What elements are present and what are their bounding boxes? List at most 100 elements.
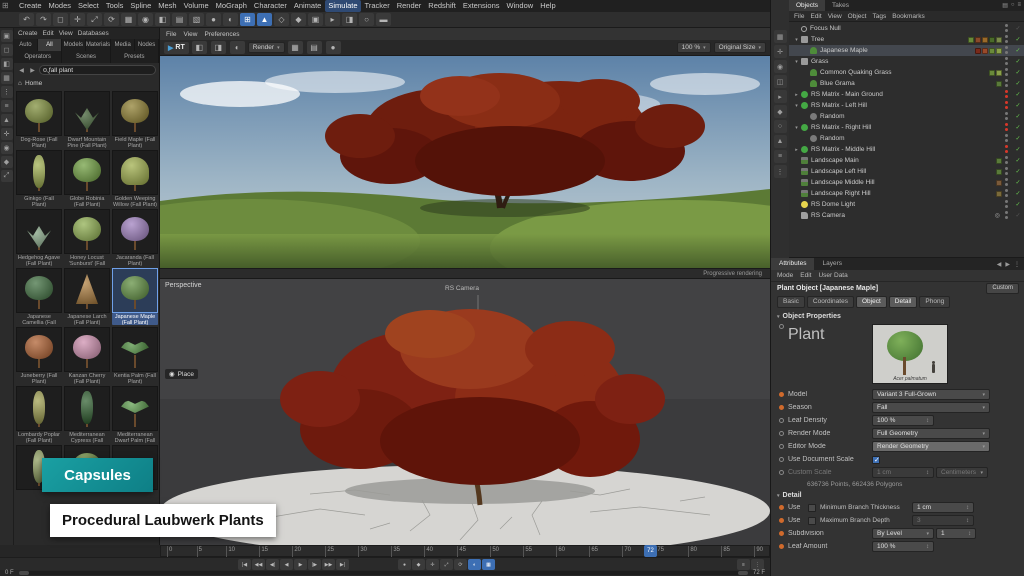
material-tags[interactable]: [996, 81, 1002, 87]
object-row[interactable]: ▾ Grass ✓: [789, 56, 1024, 67]
object-row[interactable]: Landscape Right Hill ✓: [789, 188, 1024, 199]
keyframe-dot[interactable]: [779, 324, 784, 329]
object-menu-item[interactable]: Bookmarks: [892, 13, 925, 20]
object-row[interactable]: ▾ RS Matrix - Left Hill ✓: [789, 100, 1024, 111]
back-icon[interactable]: ◀: [17, 67, 26, 74]
object-row[interactable]: Landscape Left Hill ✓: [789, 166, 1024, 177]
spinner-icon[interactable]: ↕: [966, 505, 969, 511]
enable-axis-icon[interactable]: ✛: [1, 128, 13, 140]
key-position-button[interactable]: ✛: [426, 559, 439, 570]
leaf-amount-field[interactable]: 100 %↕: [872, 541, 934, 552]
record-button[interactable]: ●: [398, 559, 411, 570]
material-tags[interactable]: [996, 180, 1002, 186]
keyframe-dot[interactable]: [779, 544, 784, 549]
object-row[interactable]: RS Dome Light ✓: [789, 199, 1024, 210]
plant-tile[interactable]: Golden Weeping Willow (Fall Plant): [112, 150, 158, 207]
render-view-icon[interactable]: ◧: [155, 13, 170, 26]
renderview-menu-item[interactable]: View: [183, 31, 197, 38]
menu-item[interactable]: Volume: [181, 0, 212, 12]
enable-check[interactable]: ✓: [1013, 36, 1023, 43]
spinner-icon[interactable]: ↕: [926, 418, 929, 424]
magnet-icon[interactable]: ◉: [774, 60, 787, 73]
plant-tile[interactable]: Japanese Maple (Fall Plant): [112, 268, 158, 325]
object-label[interactable]: RS Dome Light: [811, 201, 1000, 208]
min-branch-checkbox[interactable]: [808, 504, 816, 512]
range-track[interactable]: [19, 571, 748, 575]
simulate-toggle-icon[interactable]: ⊞: [240, 13, 255, 26]
key-parameter-button[interactable]: ◐: [468, 559, 481, 570]
keyframe-dot[interactable]: [779, 405, 784, 410]
key-scale-button[interactable]: ⤢: [440, 559, 453, 570]
enable-check[interactable]: ✓: [1013, 135, 1023, 142]
material-tags[interactable]: [975, 48, 1002, 54]
asset-menu-item[interactable]: Databases: [78, 30, 109, 37]
extrude-icon[interactable]: ▲: [774, 135, 787, 148]
visibility-dots[interactable]: [1004, 178, 1010, 187]
keyframe-dot[interactable]: [779, 418, 784, 423]
renderview-menu-item[interactable]: File: [166, 31, 176, 38]
visibility-dots[interactable]: [1004, 57, 1010, 66]
spline-pen-icon[interactable]: ▸: [325, 13, 340, 26]
plant-tile[interactable]: Lombardy Poplar (Fall Plant): [16, 386, 62, 443]
menu-item[interactable]: Mesh: [155, 0, 179, 12]
prev-key-button[interactable]: ◀◀: [252, 559, 265, 570]
render-mode-dropdown[interactable]: Full Geometry▾: [872, 428, 990, 439]
object-menu-item[interactable]: Tags: [872, 13, 886, 20]
tab-takes[interactable]: Takes: [825, 0, 856, 11]
object-label[interactable]: RS Camera: [811, 212, 995, 219]
asset-tab[interactable]: Materials: [86, 39, 111, 51]
object-label[interactable]: Grass: [811, 58, 1000, 65]
asset-tab[interactable]: Presets: [111, 51, 159, 63]
move-lock-icon[interactable]: ✛: [774, 45, 787, 58]
plant-tile[interactable]: Jacaranda (Fall Plant): [112, 209, 158, 266]
section-tab[interactable]: Object: [856, 296, 887, 308]
object-row[interactable]: Common Quaking Grass ✓: [789, 67, 1024, 78]
forward-icon[interactable]: ▶: [28, 67, 37, 74]
plant-tile[interactable]: Ginkgo (Fall Plant): [16, 150, 62, 207]
expand-arrow-icon[interactable]: ▾: [793, 59, 800, 65]
forward-icon[interactable]: ▶: [1005, 261, 1010, 268]
settings-icon[interactable]: ≡: [774, 150, 787, 163]
redo-icon[interactable]: ↷: [36, 13, 51, 26]
keyframe-dot[interactable]: [779, 431, 784, 436]
brush-icon[interactable]: ▸: [774, 90, 787, 103]
menu-item[interactable]: Extensions: [460, 0, 503, 12]
workplane-icon[interactable]: ▦: [1, 72, 13, 84]
material-tags[interactable]: [996, 191, 1002, 197]
scale-icon[interactable]: ⤢: [87, 13, 102, 26]
leaf-density-field[interactable]: 100 %↕: [872, 415, 934, 426]
enable-check[interactable]: ✓: [1013, 179, 1023, 186]
filter-icon[interactable]: ▦: [774, 30, 787, 43]
home-icon[interactable]: ⌂: [18, 80, 22, 87]
range-start[interactable]: 0 F: [0, 570, 19, 576]
menu-item[interactable]: MoGraph: [213, 0, 250, 12]
timeline-menu-icon[interactable]: ≡: [737, 559, 750, 570]
menu-item[interactable]: Character: [251, 0, 290, 12]
keyframe-dot[interactable]: [779, 518, 784, 523]
enable-check[interactable]: ✓: [1013, 124, 1023, 131]
object-label[interactable]: Landscape Right Hill: [811, 190, 994, 197]
section-tab[interactable]: Basic: [777, 296, 805, 308]
attribute-menu-item[interactable]: Mode: [777, 272, 793, 279]
region-icon[interactable]: ▤: [307, 41, 322, 54]
visibility-dots[interactable]: [1004, 68, 1010, 77]
tab-objects[interactable]: Objects: [789, 0, 825, 11]
next-frame-button[interactable]: |▶: [308, 559, 321, 570]
section-tab[interactable]: Detail: [889, 296, 918, 308]
menu-item[interactable]: Help: [537, 0, 558, 12]
asset-tab[interactable]: Auto: [14, 39, 38, 51]
enable-check[interactable]: ✓: [1013, 58, 1023, 65]
visibility-dots[interactable]: [1004, 24, 1010, 33]
coordinate-system-icon[interactable]: ▦: [121, 13, 136, 26]
enable-check[interactable]: ✓: [1013, 201, 1023, 208]
object-row[interactable]: Focus Null ✓: [789, 23, 1024, 34]
plant-tile[interactable]: Dwarf Mountain Pine (Fall Plant): [64, 91, 110, 148]
tab-attributes[interactable]: Attributes: [771, 258, 814, 270]
enable-check[interactable]: ✓: [1013, 69, 1023, 76]
smooth-icon[interactable]: ○: [774, 120, 787, 133]
menu-item[interactable]: Create: [16, 0, 45, 12]
enable-check[interactable]: ✓: [1013, 113, 1023, 120]
material-tags[interactable]: [968, 37, 1002, 43]
plant-tile[interactable]: Field Maple (Fall Plant): [112, 91, 158, 148]
object-row[interactable]: Random ✓: [789, 111, 1024, 122]
